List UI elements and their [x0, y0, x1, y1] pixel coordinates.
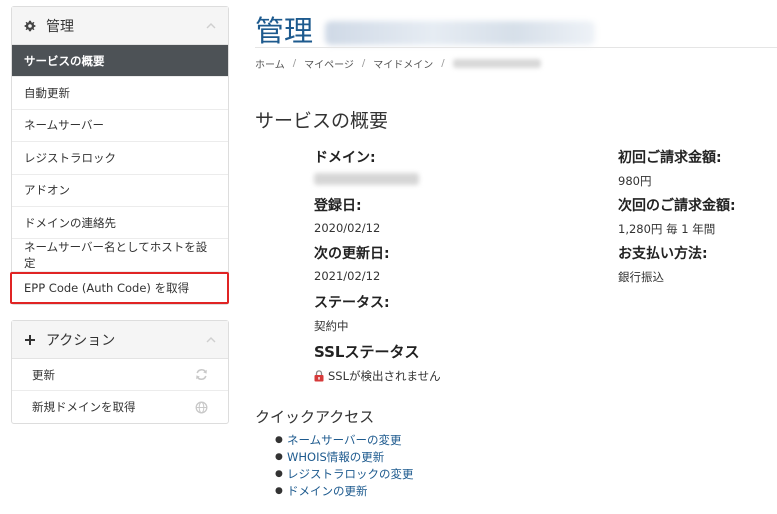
chevron-up-icon[interactable]: [206, 336, 216, 343]
quick-link-registrar-lock[interactable]: ● レジストラロックの変更: [275, 466, 414, 483]
page-title-text: 管理: [255, 14, 314, 48]
next-amount-value: 1,280円 毎 1 年間: [618, 222, 716, 236]
sidebar-item-epp-code[interactable]: EPP Code (Auth Code) を取得: [10, 271, 229, 305]
quick-link-whois[interactable]: ● WHOIS情報の更新: [275, 449, 414, 466]
status-label: ステータス:: [314, 295, 390, 311]
actions-panel: アクション 更新 新規ドメインを取得: [11, 320, 229, 424]
manage-panel-title: 管理: [46, 18, 74, 35]
domain-value-redacted: [314, 173, 419, 185]
quick-link-text[interactable]: ドメインの更新: [287, 483, 368, 500]
ssl-status-text: SSLが検出されません: [328, 369, 441, 383]
action-renew[interactable]: 更新: [12, 359, 228, 391]
domain-label: ドメイン:: [314, 150, 376, 166]
ssl-status: SSLが検出されません: [314, 368, 441, 384]
quick-link-text[interactable]: ネームサーバーの変更: [287, 432, 402, 449]
registered-value: 2020/02/12: [314, 221, 381, 235]
chevron-up-icon[interactable]: [206, 22, 216, 29]
sidebar-item-label: ネームサーバー名としてホストを設定: [24, 240, 208, 271]
ssl-label: SSLステータス: [314, 343, 420, 361]
quick-link-nameserver[interactable]: ● ネームサーバーの変更: [275, 432, 414, 449]
sidebar-item-registrar-lock[interactable]: レジストラロック: [12, 142, 228, 175]
sidebar-item-addons[interactable]: アドオン: [12, 175, 228, 207]
page-title: 管理: [255, 8, 596, 50]
manage-panel-header[interactable]: 管理: [12, 7, 228, 45]
sidebar-item-label: アドオン: [24, 183, 70, 198]
payment-value: 銀行振込: [618, 270, 664, 284]
quick-access-title: クイックアクセス: [255, 408, 375, 426]
sidebar-item-host-nameserver[interactable]: ネームサーバー名としてホストを設定: [12, 239, 228, 272]
sidebar-item-label: 自動更新: [24, 86, 70, 101]
quick-link-text[interactable]: WHOIS情報の更新: [287, 449, 384, 466]
actions-panel-title: アクション: [46, 332, 116, 349]
gear-icon: [24, 20, 40, 32]
breadcrumb-mypage[interactable]: マイページ: [304, 56, 354, 71]
payment-label: お支払い方法:: [618, 246, 708, 262]
breadcrumb-mydomain[interactable]: マイドメイン: [373, 56, 433, 71]
sidebar-item-service-overview[interactable]: サービスの概要: [12, 45, 228, 78]
breadcrumb: ホーム / マイページ / マイドメイン /: [255, 56, 541, 71]
redacted-domain: [325, 21, 596, 45]
registered-label: 登録日:: [314, 198, 362, 214]
breadcrumb-home[interactable]: ホーム: [255, 56, 285, 71]
sidebar-item-nameservers[interactable]: ネームサーバー: [12, 110, 228, 143]
header-divider: [255, 47, 777, 48]
manage-panel: 管理 サービスの概要 自動更新 ネームサーバー レジストラロック アドオン ドメ…: [10, 6, 229, 306]
sidebar-item-label: ドメインの連絡先: [24, 215, 116, 230]
next-renewal-value: 2021/02/12: [314, 269, 381, 283]
next-amount-label: 次回のご請求金額:: [618, 198, 736, 214]
overview-title: サービスの概要: [255, 110, 389, 132]
breadcrumb-redacted: [452, 59, 541, 68]
first-amount-value: 980円: [618, 174, 652, 188]
next-renewal-label: 次の更新日:: [314, 246, 390, 262]
sidebar-item-domain-contacts[interactable]: ドメインの連絡先: [12, 207, 228, 240]
sidebar-item-auto-renew[interactable]: 自動更新: [12, 77, 228, 110]
first-amount-label: 初回ご請求金額:: [618, 150, 722, 166]
quick-link-renew[interactable]: ● ドメインの更新: [275, 483, 414, 500]
lock-icon: [314, 370, 324, 382]
sidebar-item-label: サービスの概要: [24, 53, 105, 68]
action-new-domain[interactable]: 新規ドメインを取得: [12, 391, 228, 423]
refresh-icon: [195, 368, 208, 381]
status-value: 契約中: [314, 319, 349, 333]
sidebar-item-label: EPP Code (Auth Code) を取得: [24, 280, 190, 295]
quick-link-text[interactable]: レジストラロックの変更: [287, 466, 414, 483]
quick-access-list: ● ネームサーバーの変更 ● WHOIS情報の更新 ● レジストラロックの変更 ● ドメ…: [275, 432, 414, 500]
globe-icon: [195, 401, 208, 414]
sidebar-item-label: ネームサーバー: [24, 118, 105, 133]
actions-panel-header[interactable]: アクション: [12, 321, 228, 359]
action-label: 新規ドメインを取得: [32, 400, 136, 414]
sidebar-item-label: レジストラロック: [24, 150, 116, 165]
plus-icon: [24, 334, 40, 346]
action-label: 更新: [32, 367, 55, 382]
